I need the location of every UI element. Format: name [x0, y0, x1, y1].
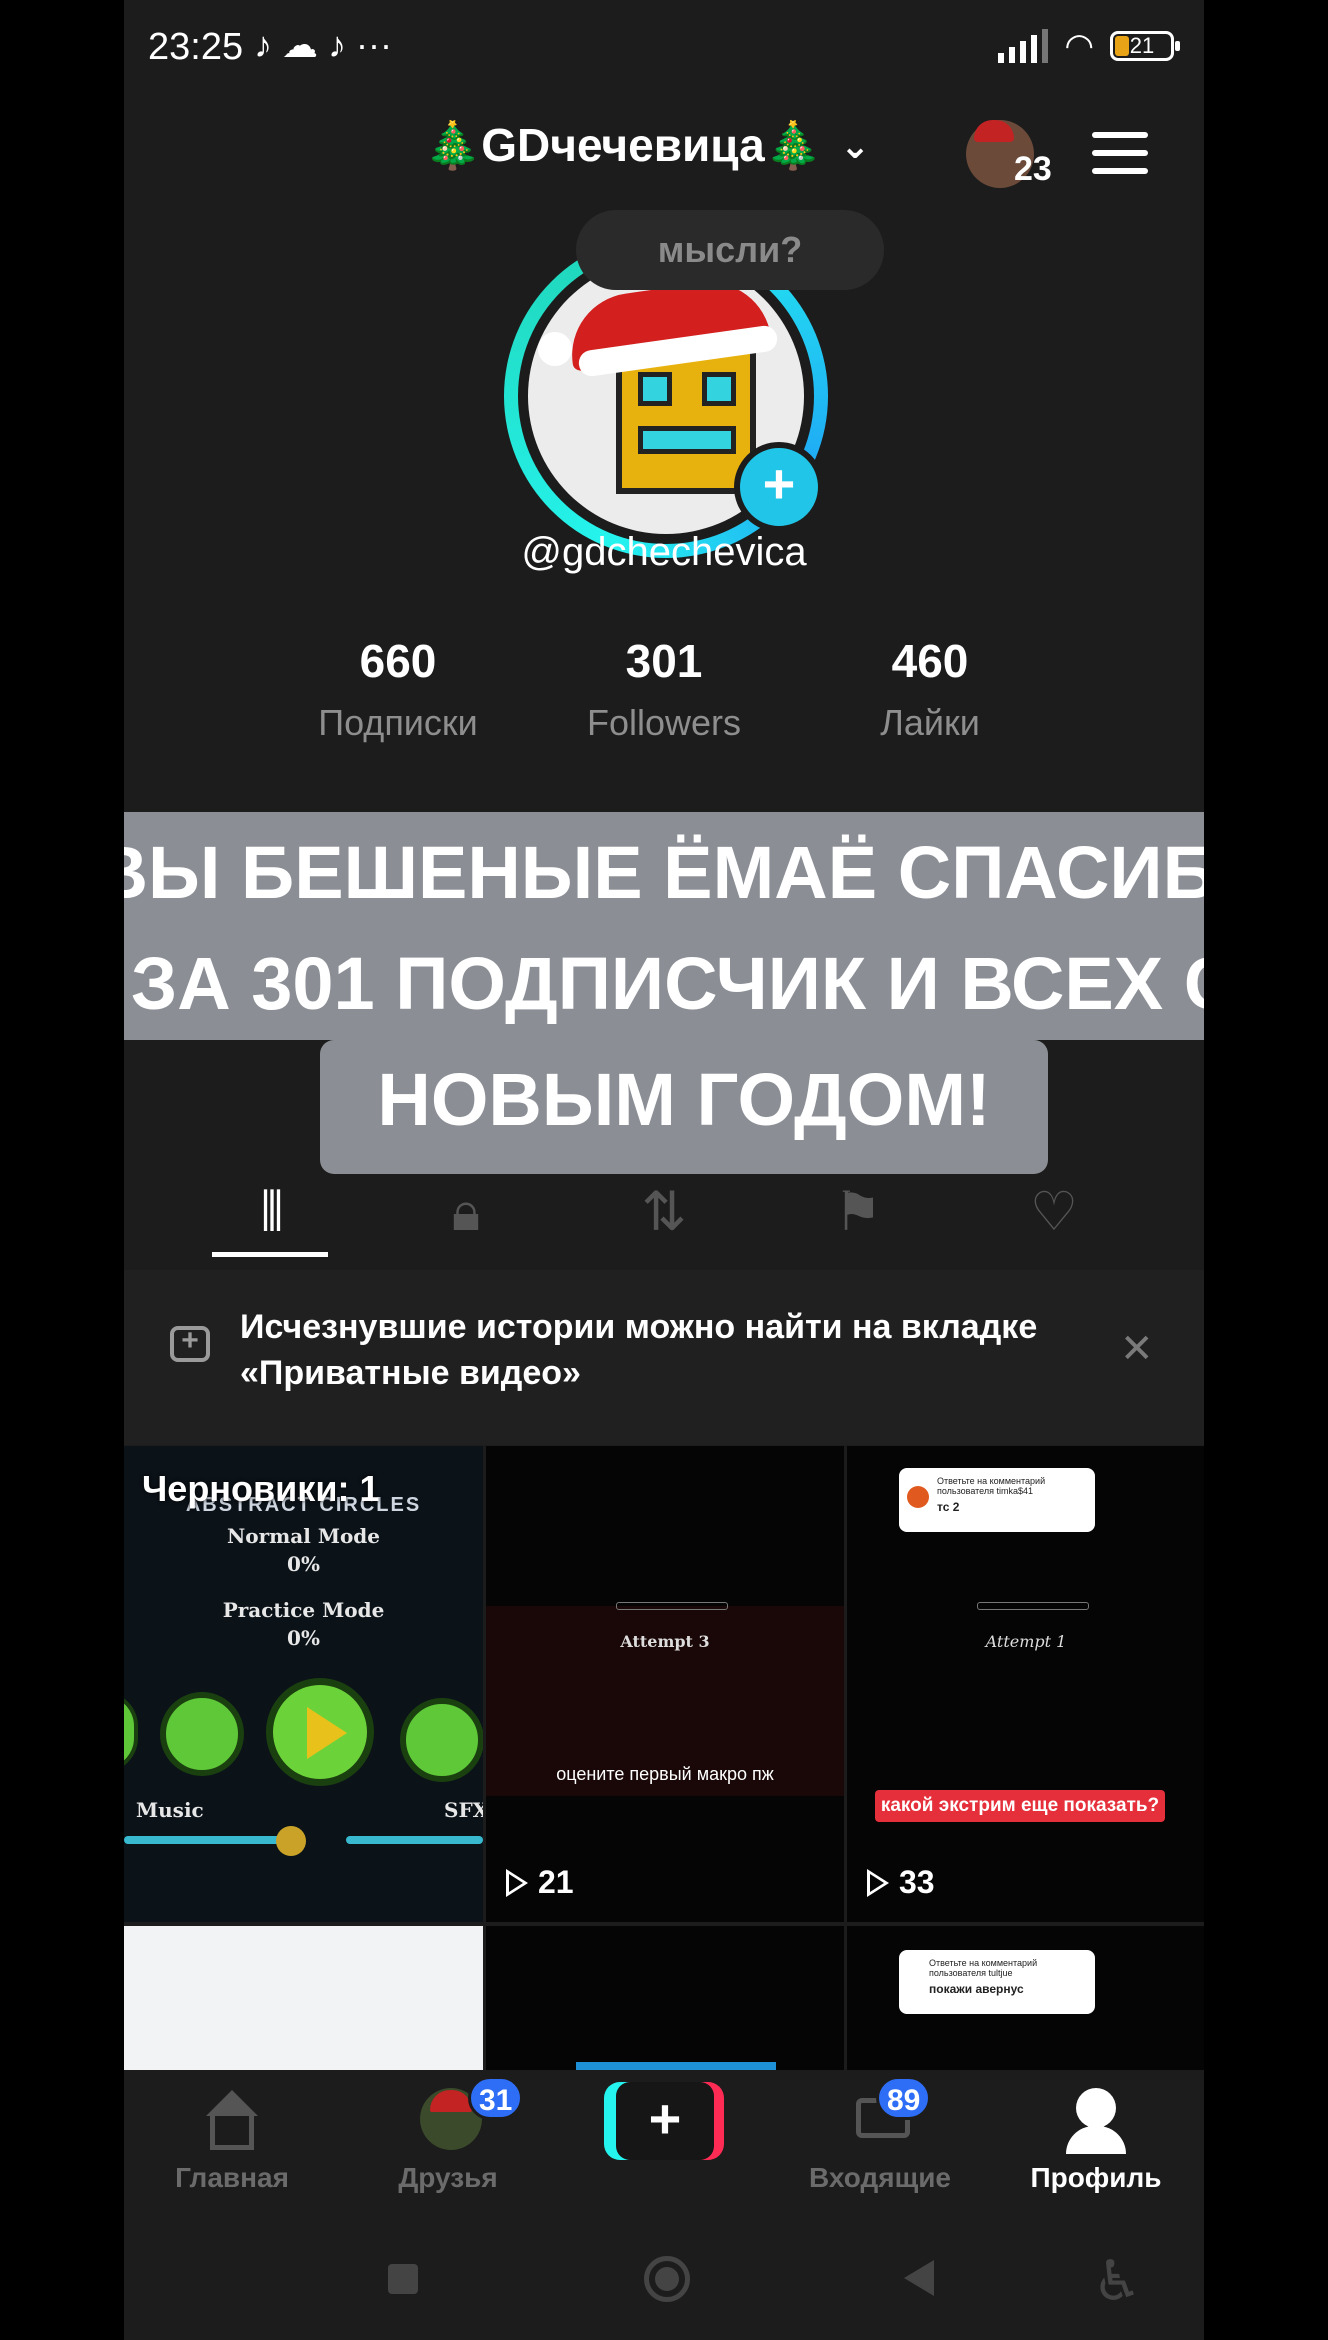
caption-line-1: ВЫ БЕШЕНЫЕ ЁМАЁ СПАСИБО: [124, 812, 1204, 934]
notification-icons: ♪ ☁ ♪ ···: [254, 24, 392, 65]
caption-line-3: НОВЫМ ГОДОМ!: [320, 1040, 1048, 1174]
battery-icon: 21: [1110, 31, 1180, 61]
stat-following[interactable]: 660 Подписки: [278, 634, 518, 744]
wifi-icon: ◠: [1064, 27, 1094, 65]
views-value: 21: [538, 1864, 574, 1900]
home-circle-icon[interactable]: [644, 2256, 690, 2302]
gd-sfx-label: SFX: [444, 1798, 483, 1822]
gd-practice-pct: 0%: [287, 1626, 320, 1650]
status-time: 23:25: [148, 26, 244, 68]
view-count: 21: [506, 1864, 574, 1901]
video-tile[interactable]: Ответьте на комментарий пользователя tim…: [847, 1446, 1204, 1922]
gd-sfx-slider: [346, 1836, 483, 1844]
account-switcher[interactable]: 🎄GDчечевица🎄 ⌄: [424, 118, 870, 173]
battery-level: 21: [1129, 33, 1155, 58]
chevron-down-icon: ⌄: [839, 124, 871, 166]
video-caption: оцените первый макро пж: [556, 1764, 774, 1784]
status-bar: 23:25 ♪ ☁ ♪ ··· ◠ 21: [124, 0, 1204, 100]
gd-play-button: [266, 1678, 374, 1786]
commenter-avatar: [907, 1486, 929, 1508]
stat-value: 301: [625, 635, 703, 687]
video-tile[interactable]: Ответьте на комментарий пользователя tul…: [847, 1926, 1204, 2070]
stat-likes[interactable]: 460 Лайки: [810, 634, 1050, 744]
nav-profile[interactable]: Профиль: [988, 2070, 1204, 2210]
stat-label: Лайки: [880, 702, 980, 743]
nav-label: Профиль: [1030, 2162, 1162, 2193]
signal-icon: [998, 29, 1049, 63]
nav-label: Друзья: [398, 2162, 498, 2193]
stat-label: Followers: [586, 702, 742, 743]
reply-text: покажи авернус: [929, 1982, 1024, 1996]
liked-icon[interactable]: ♡: [1014, 1172, 1094, 1252]
video-grid: ABSTRACT CIRCLES Normal Mode 0% Practice…: [124, 1446, 1204, 2070]
profile-icon: [1076, 2088, 1116, 2128]
add-story-icon: [170, 1324, 210, 1362]
reply-header: Ответьте на комментарий пользователя tul…: [929, 1958, 1038, 1978]
level-progress-bar: [977, 1602, 1089, 1610]
friends-badge: 31: [468, 2076, 524, 2120]
home-icon: [206, 2090, 258, 2116]
stat-value: 460: [891, 635, 969, 687]
stat-followers[interactable]: 301 Followers: [544, 634, 784, 744]
profile-handle: @gdchechevica: [521, 530, 807, 574]
repost-icon[interactable]: ⇅: [624, 1172, 704, 1252]
account-name: 🎄GDчечевица🎄: [424, 119, 822, 171]
stat-label: Подписки: [318, 702, 478, 743]
view-count: 33: [867, 1864, 935, 1901]
nav-inbox[interactable]: 89 Входящие: [772, 2070, 988, 2210]
attempt-label: Attempt 1: [985, 1632, 1067, 1651]
reply-sticker: Ответьте на комментарий пользователя tul…: [899, 1950, 1095, 2014]
active-tab-indicator: [212, 1252, 328, 1257]
reply-sticker: Ответьте на комментарий пользователя tim…: [899, 1468, 1095, 1532]
play-icon: [867, 1868, 889, 1897]
inbox-badge: 89: [876, 2076, 932, 2120]
nav-label: Входящие: [809, 2162, 951, 2193]
recents-icon[interactable]: [388, 2264, 418, 2294]
status-right: ◠ 21: [998, 26, 1180, 66]
stat-value: 660: [359, 635, 437, 687]
create-button[interactable]: +: [604, 2082, 724, 2160]
gd-normal-mode: Normal Mode: [226, 1524, 381, 1548]
gd-music-label: Music: [136, 1798, 204, 1822]
nav-home[interactable]: Главная: [124, 2070, 340, 2210]
friends-count: 23: [1014, 150, 1052, 188]
nav-label: Главная: [175, 2162, 289, 2193]
lock-icon[interactable]: 🔒︎: [426, 1172, 506, 1252]
add-story-button[interactable]: +: [734, 442, 824, 532]
gd-music-slider: [124, 1836, 294, 1844]
drafts-label: Черновики: 1: [142, 1468, 380, 1509]
note-bubble[interactable]: мысли?: [576, 210, 884, 290]
gd-practice-mode: Practice Mode: [222, 1598, 385, 1622]
caption-line-2: ЗА 301 ПОДПИСЧИК И ВСЕХ С: [124, 928, 1204, 1040]
plus-icon: +: [616, 2082, 714, 2160]
system-nav-bar: ♿︎: [124, 2210, 1204, 2340]
draft-tile[interactable]: ABSTRACT CIRCLES Normal Mode 0% Practice…: [124, 1446, 483, 1922]
favorites-icon[interactable]: ⚑: [818, 1172, 898, 1252]
video-caption: какой экстрим еще показать?: [875, 1790, 1165, 1822]
gd-normal-pct: 0%: [287, 1552, 320, 1576]
gd-menu-button: [400, 1698, 483, 1782]
level-progress-bar: [616, 1602, 728, 1610]
videos-grid-icon[interactable]: ⦀: [232, 1172, 312, 1252]
bottom-nav: Главная 31 Друзья + 89 Входящие Профиль: [124, 2070, 1204, 2210]
play-icon: [506, 1868, 528, 1897]
reply-text: тс 2: [937, 1500, 960, 1514]
gd-practice-button: [160, 1692, 244, 1776]
vanished-stories-notice: Исчезнувшие истории можно найти на вклад…: [124, 1270, 1204, 1445]
reply-header: Ответьте на комментарий пользователя tim…: [937, 1476, 1046, 1496]
video-tile[interactable]: [486, 1926, 844, 2070]
phone-screen: 23:25 ♪ ☁ ♪ ··· ◠ 21 🎄GDчечевица🎄 ⌄ 23 м…: [124, 0, 1204, 2340]
close-icon[interactable]: ✕: [1120, 1326, 1154, 1372]
accessibility-icon[interactable]: ♿︎: [1092, 2248, 1142, 2314]
nav-friends[interactable]: 31 Друзья: [340, 2070, 556, 2210]
back-icon[interactable]: [904, 2260, 934, 2296]
video-tile[interactable]: [124, 1926, 483, 2070]
gd-slider-knob: [276, 1826, 306, 1856]
notice-text: Исчезнувшие истории можно найти на вклад…: [240, 1308, 1038, 1392]
attempt-label: Attempt 3: [620, 1632, 710, 1651]
menu-icon[interactable]: [1092, 132, 1148, 186]
gd-left-button: [124, 1692, 138, 1772]
views-value: 33: [899, 1864, 935, 1900]
video-tile[interactable]: Attempt 3 оцените первый макро пж 21: [486, 1446, 844, 1922]
